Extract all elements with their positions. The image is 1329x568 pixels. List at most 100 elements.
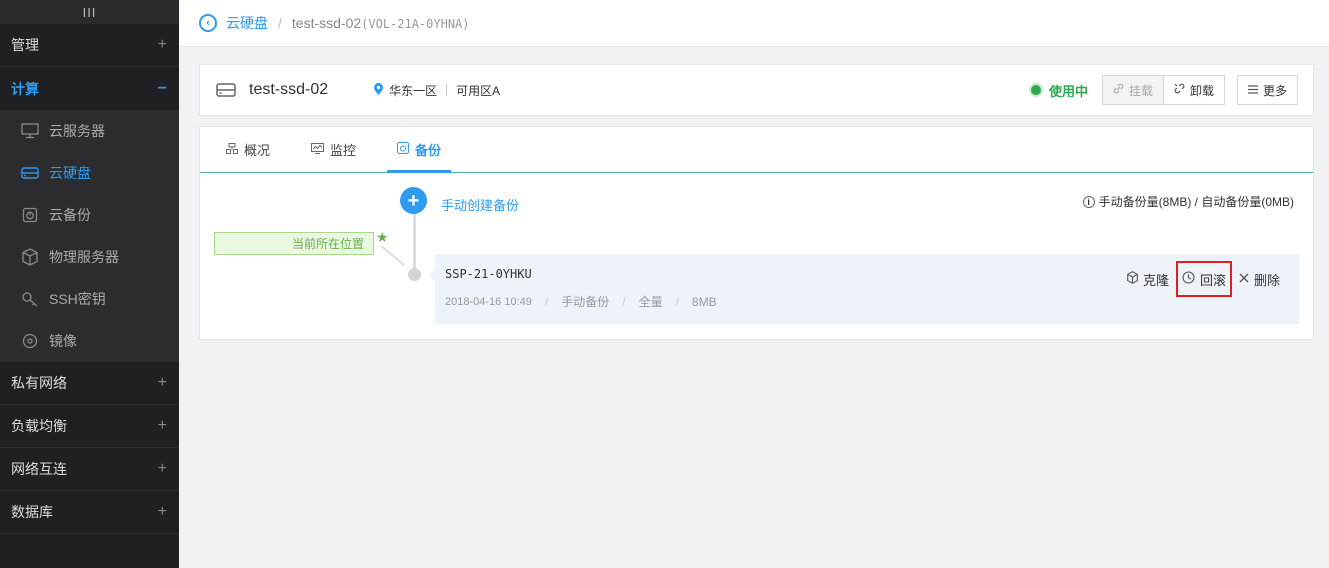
backup-date: 2018-04-16 10:49 (445, 295, 532, 308)
expand-plus-icon: + (157, 503, 167, 520)
sidebar-group-load-balancer[interactable]: 负载均衡 + (0, 405, 179, 448)
collapse-minus-icon: − (157, 79, 167, 97)
rollback-label: 回滚 (1199, 272, 1226, 288)
tab-monitor[interactable]: 监控 (301, 127, 366, 172)
sidebar-item-image[interactable]: 镜像 (0, 320, 179, 362)
divider (446, 84, 448, 96)
quota-text: 手动备份量(8MB) / 自动备份量(0MB) (1098, 195, 1294, 209)
backup-actions: 克隆 回滚 删除 (1122, 261, 1285, 297)
status-badge: 使用中 (1030, 81, 1088, 100)
monitor-chart-icon (311, 142, 325, 157)
unmount-button[interactable]: 卸载 (1163, 75, 1225, 105)
more-button-label: 更多 (1262, 83, 1287, 98)
tab-overview[interactable]: 概况 (216, 127, 280, 172)
backup-size: 8MB (691, 294, 717, 309)
backup-icon (397, 142, 410, 157)
sidebar-group-compute[interactable]: 计算 − (0, 67, 179, 110)
tab-backup[interactable]: 备份 (387, 127, 452, 173)
backup-scope: 全量 (638, 295, 663, 309)
manual-create-backup-link[interactable]: 手动创建备份 (441, 195, 519, 214)
sidebar-item-cloud-server[interactable]: 云服务器 (0, 110, 179, 152)
sidebar-item-physical-server[interactable]: 物理服务器 (0, 236, 179, 278)
sidebar-group-private-network[interactable]: 私有网络 + (0, 362, 179, 405)
mount-button-group: 挂载 卸载 (1101, 75, 1225, 105)
meta-separator: / (622, 294, 626, 309)
zone-label: 可用区A (456, 83, 501, 98)
sidebar-group-label: 管理 (11, 37, 39, 53)
tab-bar: 概况 监控 备份 (200, 127, 1313, 173)
sidebar-group-management[interactable]: 管理 + (0, 24, 179, 67)
compute-submenu: 云服务器 云硬盘 云备份 物理服务器 SSH密钥 镜像 (0, 110, 179, 362)
breadcrumb-current-name: test-ssd-02 (291, 15, 362, 31)
timeline-connector (381, 245, 406, 267)
sidebar-item-cloud-backup[interactable]: 云备份 (0, 194, 179, 236)
status-text: 使用中 (1048, 83, 1088, 99)
unlink-icon (1174, 83, 1185, 97)
sidebar-collapse-toggle[interactable]: III (0, 0, 179, 24)
info-icon: i (1082, 195, 1095, 208)
meta-separator: / (675, 294, 679, 309)
tab-label: 备份 (415, 143, 442, 158)
sidebar-group-network-interconnect[interactable]: 网络互连 + (0, 448, 179, 491)
breadcrumb-current: test-ssd-02(VOL-21A-0YHNA) (292, 15, 470, 31)
rollback-button[interactable]: 回滚 (1175, 261, 1232, 297)
sidebar-item-label: 云服务器 (49, 123, 105, 139)
tab-label: 概况 (244, 143, 271, 158)
tab-label: 监控 (330, 143, 357, 158)
mount-button-label: 挂载 (1128, 83, 1153, 98)
location-pin-icon (374, 82, 384, 98)
breadcrumb-separator: / (278, 15, 282, 31)
backup-quota: i 手动备份量(8MB) / 自动备份量(0MB) (1082, 193, 1294, 210)
disk-icon (216, 82, 236, 98)
disk-icon (21, 164, 39, 182)
sidebar-group-label: 网络互连 (11, 461, 67, 477)
sidebar: III 管理 + 计算 − 云服务器 云硬盘 云备份 物理服务器 SSH密钥 镜… (0, 0, 179, 568)
sidebar-group-database[interactable]: 数据库 + (0, 491, 179, 534)
backup-name: SSP-21-0YHKU (445, 267, 532, 281)
sidebar-group-label: 计算 (11, 80, 39, 97)
sidebar-group-label: 数据库 (11, 504, 53, 520)
backup-type: 手动备份 (561, 295, 610, 309)
sidebar-item-ssh-key[interactable]: SSH密钥 (0, 278, 179, 320)
key-icon (21, 290, 39, 308)
sidebar-item-label: 云硬盘 (49, 165, 91, 181)
region-label: 华东一区 (389, 83, 438, 98)
expand-plus-icon: + (157, 417, 167, 434)
cube-icon (21, 248, 39, 266)
mount-button[interactable]: 挂载 (1101, 75, 1164, 105)
current-position-label: 当前所在位置 (214, 232, 374, 255)
expand-plus-icon: + (157, 374, 167, 391)
disk-info-card: test-ssd-02 华东一区 可用区A 使用中 挂载 卸载 更多 (199, 64, 1314, 116)
close-icon (1239, 272, 1249, 286)
breadcrumb-current-id: (VOL-21A-0YHNA) (361, 17, 470, 31)
detail-panel: 概况 监控 备份 + 手动创建备份 i 手动备份量(8MB) / 自动备份量(0… (199, 126, 1314, 340)
sidebar-group-label: 负载均衡 (11, 418, 67, 434)
disk-toolbar: 使用中 挂载 卸载 更多 (1030, 75, 1298, 105)
disc-icon (21, 332, 39, 350)
clone-icon (1127, 271, 1138, 287)
expand-plus-icon: + (157, 36, 167, 53)
timeline-node (408, 268, 421, 281)
menu-lines-icon (1247, 83, 1258, 97)
clone-button[interactable]: 克隆 (1122, 267, 1174, 291)
meta-separator: / (544, 294, 549, 309)
monitor-icon (21, 122, 39, 140)
sidebar-group-label: 私有网络 (11, 375, 67, 391)
overview-icon (226, 142, 238, 157)
sidebar-item-cloud-disk[interactable]: 云硬盘 (0, 152, 179, 194)
back-icon[interactable]: ‹ (199, 14, 217, 32)
sidebar-item-label: SSH密钥 (49, 291, 106, 307)
more-button[interactable]: 更多 (1236, 75, 1298, 105)
delete-button[interactable]: 删除 (1234, 267, 1285, 291)
star-icon: ★ (376, 229, 389, 245)
backup-icon (21, 206, 39, 224)
backup-item-card: SSP-21-0YHKU 2018-04-16 10:49 / 手动备份 / 全… (429, 254, 1299, 324)
disk-name: test-ssd-02 (249, 81, 329, 98)
link-icon (1113, 83, 1124, 97)
backup-meta: 2018-04-16 10:49 / 手动备份 / 全量 / 8MB (445, 293, 717, 310)
clone-label: 克隆 (1142, 272, 1169, 288)
breadcrumb-parent-link[interactable]: 云硬盘 (226, 13, 268, 33)
create-backup-plus-icon[interactable]: + (400, 187, 427, 214)
delete-label: 删除 (1253, 272, 1280, 288)
breadcrumb: ‹ 云硬盘 / test-ssd-02(VOL-21A-0YHNA) (179, 0, 1329, 47)
